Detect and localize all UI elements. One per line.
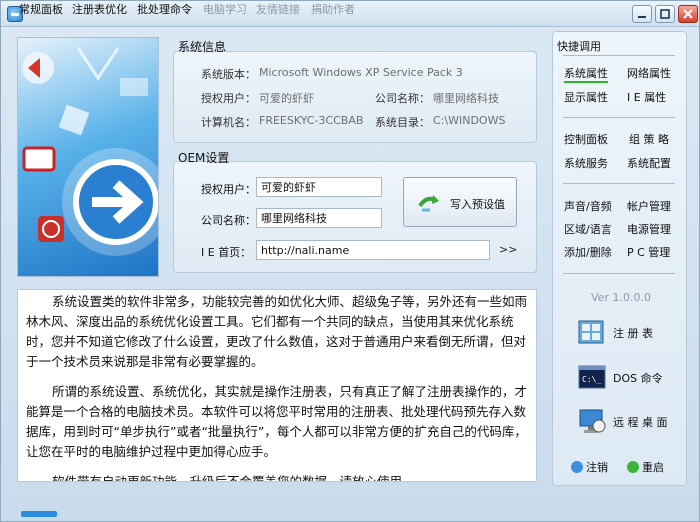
tab-donate[interactable]: 捐助作者 — [311, 1, 355, 17]
sidebar-item-region[interactable]: 区域/语言 — [564, 221, 612, 237]
sidebar-item-group-policy[interactable]: 组 策 略 — [629, 131, 669, 147]
sidebar-item-add-remove[interactable]: 添加/删除 — [564, 244, 612, 260]
sidebar-item-sound[interactable]: 声音/音频 — [564, 198, 612, 214]
oem-user-input[interactable] — [256, 177, 382, 197]
reboot-icon — [627, 461, 639, 473]
sidebar-divider — [563, 273, 675, 274]
tab-general[interactable]: 常规面板 — [19, 1, 63, 17]
sidebar-item-accounts[interactable]: 帐户管理 — [627, 198, 671, 214]
oem-title: OEM设置 — [178, 151, 230, 165]
homepage-label: I E 首页： — [201, 246, 252, 259]
tab-links[interactable]: 友情链接 — [256, 1, 300, 17]
close-button[interactable] — [678, 5, 698, 23]
maximize-icon — [660, 9, 670, 19]
minimize-button[interactable] — [632, 5, 652, 23]
maximize-button[interactable] — [655, 5, 675, 23]
banner-image — [17, 37, 159, 277]
sidebar-item-system-config[interactable]: 系统配置 — [627, 155, 671, 171]
dos-tool-label: DOS 命令 — [613, 372, 663, 385]
more-link[interactable]: >> — [499, 243, 517, 256]
sidebar-title: 快捷调用 — [557, 40, 601, 53]
sidebar-item-network-properties[interactable]: 网络属性 — [627, 65, 671, 81]
system-dir-label: 系统目录： — [375, 116, 430, 129]
svg-text:C:\_: C:\_ — [582, 375, 601, 384]
tab-registry[interactable]: 注册表优化 — [72, 1, 127, 17]
dos-prompt-icon: C:\_ — [578, 365, 606, 389]
sidebar-item-display-properties[interactable]: 显示属性 — [564, 89, 608, 105]
sidebar-divider — [563, 55, 675, 56]
sidebar-item-control-panel[interactable]: 控制面板 — [564, 131, 608, 147]
computer-name-value: FREESKYC-3CCBAB — [259, 114, 364, 127]
logout-icon — [571, 461, 583, 473]
computer-name-label: 计算机名： — [201, 116, 256, 129]
description-paragraph: 系统设置类的软件非常多，功能较完善的如优化大师、超级兔子等，另外还有一些如雨林木… — [26, 294, 528, 369]
company-label: 公司名称： — [375, 92, 430, 105]
description-paragraph: 软件带有自动更新功能，升级后不会覆盖您的数据，请放心使用。 — [52, 474, 415, 482]
logout-button[interactable]: 注销 — [571, 459, 608, 475]
os-version-label: 系统版本： — [201, 68, 256, 81]
write-defaults-label: 写入预设值 — [450, 199, 505, 211]
sidebar-item-power[interactable]: 电源管理 — [627, 221, 671, 237]
company-value: 哪里网络科技 — [433, 92, 499, 105]
remote-desktop-tool-label: 远 程 桌 面 — [613, 416, 668, 429]
active-tab-indicator — [21, 511, 57, 517]
remote-desktop-icon — [579, 409, 606, 433]
road-signs-illustration — [22, 47, 158, 256]
description-paragraph: 所谓的系统设置、系统优化，其实就是操作注册表，只有真正了解了注册表操作的，才能算… — [26, 384, 528, 459]
homepage-input[interactable] — [256, 240, 490, 260]
registry-tool-label: 注 册 表 — [613, 327, 653, 340]
close-icon — [683, 9, 693, 19]
refresh-arrow-icon — [418, 195, 439, 212]
write-defaults-button[interactable]: 写入预设值 — [403, 177, 517, 227]
licensed-user-label: 授权用户： — [201, 92, 256, 105]
tab-learning[interactable]: 电脑学习 — [203, 1, 247, 17]
oem-company-input[interactable] — [256, 208, 382, 228]
oem-company-label: 公司名称： — [201, 214, 256, 227]
reboot-label: 重启 — [642, 461, 664, 474]
description-box: 系统设置类的软件非常多，功能较完善的如优化大师、超级兔子等，另外还有一些如雨林木… — [17, 289, 537, 482]
sidebar-item-ie-properties[interactable]: I E 属性 — [627, 89, 666, 105]
logout-label: 注销 — [586, 461, 608, 474]
minimize-icon — [638, 16, 646, 18]
system-dir-value: C:\WINDOWS — [433, 114, 506, 127]
sidebar-item-system-services[interactable]: 系统服务 — [564, 155, 608, 171]
sidebar-divider — [563, 183, 675, 184]
tab-batch[interactable]: 批处理命令 — [137, 1, 192, 17]
oem-user-label: 授权用户： — [201, 183, 256, 196]
system-info-title: 系统信息 — [178, 40, 227, 54]
version-label: Ver 1.0.0.0 — [591, 291, 651, 304]
reboot-button[interactable]: 重启 — [627, 459, 664, 475]
os-version-value: Microsoft Windows XP Service Pack 3 — [259, 66, 463, 79]
app-window: 系统信息 系统版本： Microsoft Windows XP Service … — [0, 0, 700, 522]
sidebar-item-system-properties[interactable]: 系统属性 — [564, 65, 608, 83]
licensed-user-value: 可爱的虾虾 — [259, 92, 314, 105]
sidebar-item-pc-management[interactable]: P C 管理 — [627, 244, 670, 260]
registry-icon — [578, 320, 604, 344]
sidebar-divider — [563, 117, 675, 118]
